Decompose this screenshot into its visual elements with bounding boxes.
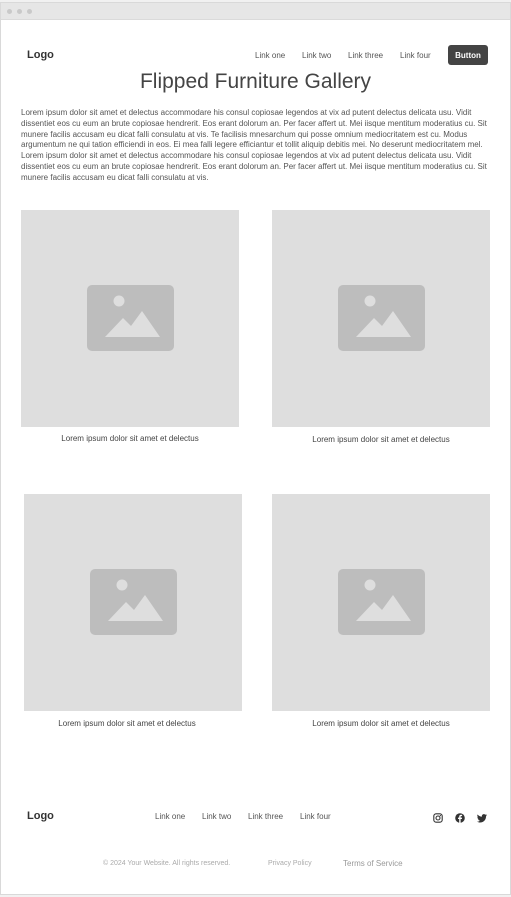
footer-link-two[interactable]: Link two: [202, 812, 231, 821]
page-title: Flipped Furniture Gallery: [139, 70, 372, 93]
window-dot: [27, 9, 32, 14]
nav-link-one[interactable]: Link one: [255, 51, 285, 60]
gallery-caption: Lorem ipsum dolor sit amet et delectus: [61, 434, 199, 443]
header-button[interactable]: Button: [448, 45, 488, 65]
facebook-icon[interactable]: [455, 813, 465, 823]
gallery-image[interactable]: [24, 494, 242, 711]
privacy-policy-link[interactable]: Privacy Policy: [268, 860, 312, 867]
image-placeholder-icon: [90, 569, 177, 635]
window-dot: [7, 9, 12, 14]
footer-link-three[interactable]: Link three: [248, 812, 283, 821]
header-logo[interactable]: Logo: [27, 49, 54, 61]
terms-of-service-link[interactable]: Terms of Service: [343, 859, 403, 868]
instagram-icon[interactable]: [433, 813, 443, 823]
footer-link-one[interactable]: Link one: [155, 812, 185, 821]
gallery-caption: Lorem ipsum dolor sit amet et delectus: [58, 719, 196, 728]
gallery-image[interactable]: [272, 494, 490, 711]
gallery-image[interactable]: [21, 210, 239, 427]
nav-link-four[interactable]: Link four: [400, 51, 431, 60]
intro-paragraph: Lorem ipsum dolor sit amet et delectus a…: [21, 108, 487, 182]
window-dot: [17, 9, 22, 14]
nav-link-three[interactable]: Link three: [348, 51, 383, 60]
image-placeholder-icon: [87, 285, 174, 351]
gallery-image[interactable]: [272, 210, 490, 427]
browser-window: Logo Link one Link two Link three Link f…: [0, 2, 511, 895]
window-titlebar: [1, 3, 510, 20]
image-placeholder-icon: [338, 569, 425, 635]
image-placeholder-icon: [338, 285, 425, 351]
copyright-text: © 2024 Your Website. All rights reserved…: [103, 860, 231, 867]
footer-link-four[interactable]: Link four: [300, 812, 331, 821]
twitter-icon[interactable]: [477, 813, 487, 823]
footer-logo[interactable]: Logo: [27, 810, 54, 822]
gallery-caption: Lorem ipsum dolor sit amet et delectus: [312, 435, 450, 444]
nav-link-two[interactable]: Link two: [302, 51, 331, 60]
gallery-caption: Lorem ipsum dolor sit amet et delectus: [312, 719, 450, 728]
